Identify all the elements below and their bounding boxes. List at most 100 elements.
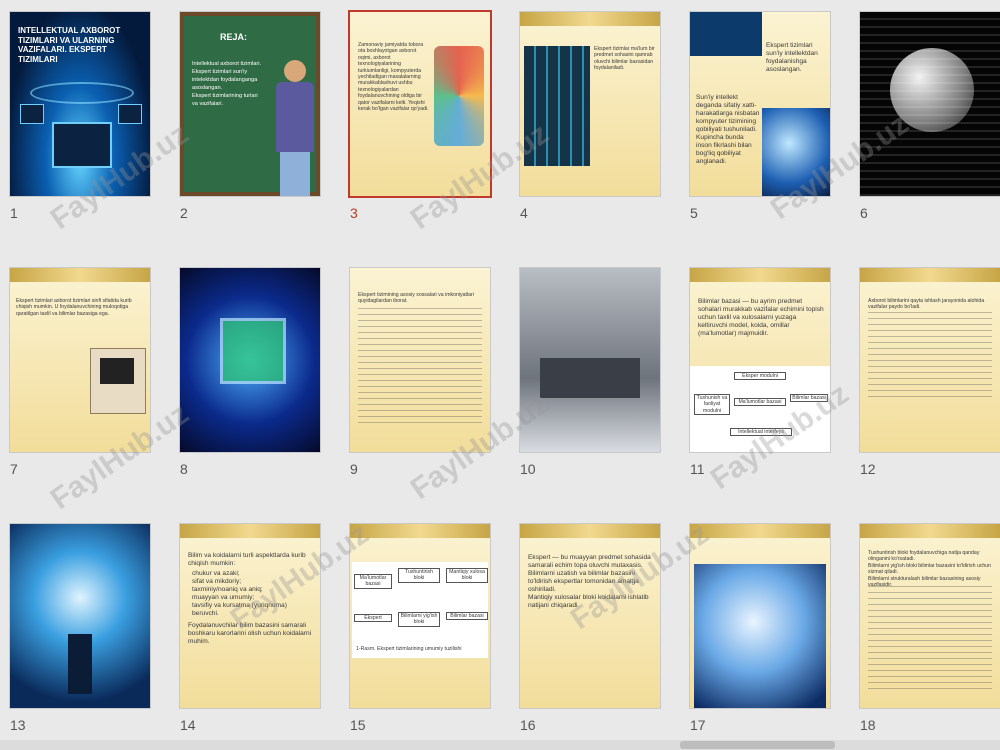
slide-6-preview[interactable] bbox=[860, 12, 1000, 196]
slide-12-paragraph bbox=[868, 312, 992, 402]
computer-screen bbox=[100, 358, 134, 384]
scrollbar-thumb[interactable] bbox=[680, 741, 835, 749]
slide-thumbnail-14[interactable]: Bilim va koidalarni turli aspektlarda ku… bbox=[170, 512, 330, 742]
circuit-image bbox=[690, 12, 762, 56]
slide-16-preview[interactable]: Ekspert — bu muayyan predmet sohasida sa… bbox=[520, 524, 660, 708]
slide-14-text-2: Foydalanuvchilar bilim bazasini samarali… bbox=[188, 622, 312, 645]
diagram-box: Tushuntirish bloki bbox=[398, 568, 440, 583]
slide-number: 11 bbox=[690, 461, 705, 477]
slide-header-band bbox=[860, 268, 1000, 282]
slide-10-preview[interactable] bbox=[520, 268, 660, 452]
list-item: sifat va mikdoriy; bbox=[192, 578, 242, 585]
person-silhouette bbox=[68, 634, 92, 694]
android-face-image bbox=[694, 564, 826, 708]
slide-number: 13 bbox=[10, 717, 26, 733]
slide-thumbnail-13[interactable]: 13 bbox=[0, 512, 160, 742]
slide-7-preview[interactable]: Ekspert tizimlari axborot tizimlari sinf… bbox=[10, 268, 150, 452]
slide-thumbnail-18[interactable]: Tushuntirish bloki foydalanuvchiga natij… bbox=[850, 512, 1000, 742]
slide-4-preview[interactable]: Ekspert tizimlar ma'lum bir predmet soha… bbox=[520, 12, 660, 196]
robot-face-image bbox=[762, 108, 830, 196]
slide-thumbnail-16[interactable]: Ekspert — bu muayyan predmet sohasida sa… bbox=[510, 512, 670, 742]
list-item: Intellektual axborot tizimlari. bbox=[192, 61, 262, 67]
horizontal-scrollbar[interactable] bbox=[0, 740, 1000, 750]
slide-thumbnail-2[interactable]: REJA: Intellektual axborot tizimlari. Ek… bbox=[170, 0, 330, 230]
binary-pattern bbox=[860, 12, 1000, 196]
slide-9-text: Ekspert tizimining asosiy xossalari va i… bbox=[358, 292, 474, 305]
slide-thumbnail-10[interactable]: 10 bbox=[510, 256, 670, 486]
monitor-icon bbox=[118, 104, 142, 124]
slide-14-preview[interactable]: Bilim va koidalarni turli aspektlarda ku… bbox=[180, 524, 320, 708]
diagram-box: Ma'lumotlar bazasi bbox=[354, 574, 392, 589]
slide-3-preview[interactable]: Zamonaviy jamiyatda tobora ota boshlayot… bbox=[350, 12, 490, 196]
slide-16-list: Ekspert — bu muayyan predmet sohasida sa… bbox=[528, 554, 654, 610]
slide-13-preview[interactable] bbox=[10, 524, 150, 708]
slide-number: 6 bbox=[860, 205, 868, 221]
diagram-box: Bilimlar bazasi bbox=[790, 394, 828, 403]
slide-8-preview[interactable] bbox=[180, 268, 320, 452]
slide-sorter-grid: INTELLEKTUAL AXBOROT TIZIMLARI VA ULARNI… bbox=[0, 0, 1000, 750]
control-room-image bbox=[540, 358, 640, 398]
slide-5-text-2: Sun'iy intellekt deganda sifatiy xatti-h… bbox=[696, 94, 760, 165]
slide-thumbnail-6[interactable]: 6 bbox=[850, 0, 1000, 230]
slide-number: 9 bbox=[350, 461, 358, 477]
slide-18-preview[interactable]: Tushuntirish bloki foydalanuvchiga natij… bbox=[860, 524, 1000, 708]
slide-7-text: Ekspert tizimlari axborot tizimlari sinf… bbox=[16, 298, 132, 317]
slide-thumbnail-8[interactable]: 8 bbox=[170, 256, 330, 486]
diagram-box: Eksper modulni bbox=[734, 372, 786, 381]
diagram-box: Ma'lumotlar bazasi bbox=[734, 398, 786, 407]
diagram-box: Bilimlar bazasi bbox=[446, 612, 488, 621]
slide-number: 2 bbox=[180, 205, 188, 221]
slide-11-preview[interactable]: Bilimlar bazasi — bu ayrim predmet sohal… bbox=[690, 268, 830, 452]
slide-12-text: Axborot bilimlarini qayta ishlash jarayo… bbox=[868, 298, 985, 311]
monitor-icon bbox=[20, 104, 44, 124]
slide-number: 3 bbox=[350, 205, 358, 221]
slide-header-band bbox=[520, 524, 660, 538]
diagram-caption: 1-Rasm. Ekspert tizimlarining umumiy tuz… bbox=[356, 646, 462, 652]
infographic-image bbox=[434, 46, 484, 146]
slide-thumbnail-15[interactable]: Ma'lumotlar bazasi Tushuntirish bloki Ma… bbox=[340, 512, 500, 742]
slide-1-preview[interactable]: INTELLEKTUAL AXBOROT TIZIMLARI VA ULARNI… bbox=[10, 12, 150, 196]
slide-number: 16 bbox=[520, 717, 536, 733]
slide-17-preview[interactable] bbox=[690, 524, 830, 708]
slide-number: 12 bbox=[860, 461, 876, 477]
slide-18-list: Tushuntirish bloki foydalanuvchiga natij… bbox=[868, 550, 992, 588]
slide-thumbnail-17[interactable]: 17 bbox=[680, 512, 840, 742]
screens-wall-image bbox=[524, 46, 590, 166]
cpu-chip-image bbox=[220, 318, 286, 384]
slide-15-preview[interactable]: Ma'lumotlar bazasi Tushuntirish bloki Ma… bbox=[350, 524, 490, 708]
slide-2-preview[interactable]: REJA: Intellektual axborot tizimlari. Ek… bbox=[180, 12, 320, 196]
slide-14-text: Bilim va koidalarni turli aspektlarda ku… bbox=[188, 552, 306, 567]
slide-number: 15 bbox=[350, 717, 366, 733]
person-legs bbox=[280, 152, 310, 196]
slide-header-band bbox=[180, 524, 320, 538]
slide-number: 8 bbox=[180, 461, 188, 477]
list-item: Ekspert — bu muayyan predmet sohasida sa… bbox=[528, 554, 651, 569]
list-item: Bilimlarni uzatish va bilimlar bazasini … bbox=[528, 570, 639, 593]
slide-thumbnail-3[interactable]: Zamonaviy jamiyatda tobora ota boshlayot… bbox=[340, 0, 500, 230]
list-item: Tushuntirish bloki foydalanuvchiga natij… bbox=[868, 550, 980, 563]
slide-5-preview[interactable]: Ekspert tizimlari sun'iy intellektdan fo… bbox=[690, 12, 830, 196]
slide-header-band bbox=[860, 524, 1000, 538]
slide-header-band bbox=[690, 268, 830, 282]
slide-number: 7 bbox=[10, 461, 18, 477]
diagram-box: Bilimlarni yig'ish bloki bbox=[398, 612, 440, 627]
slide-thumbnail-9[interactable]: Ekspert tizimining asosiy xossalari va i… bbox=[340, 256, 500, 486]
diagram-box: Intellektual interfeys bbox=[730, 428, 792, 437]
slide-9-bullets bbox=[358, 308, 482, 428]
slide-thumbnail-5[interactable]: Ekspert tizimlari sun'iy intellektdan fo… bbox=[680, 0, 840, 230]
slide-number: 18 bbox=[860, 717, 876, 733]
slide-2-heading: REJA: bbox=[220, 32, 248, 42]
slide-9-preview[interactable]: Ekspert tizimining asosiy xossalari va i… bbox=[350, 268, 490, 452]
slide-thumbnail-1[interactable]: INTELLEKTUAL AXBOROT TIZIMLARI VA ULARNI… bbox=[0, 0, 160, 230]
diagram-box: Ekspert bbox=[354, 614, 392, 623]
slide-thumbnail-7[interactable]: Ekspert tizimlari axborot tizimlari sinf… bbox=[0, 256, 160, 486]
list-item: Ekspert tizimlarining turlari va vazifal… bbox=[192, 93, 258, 107]
slide-2-list: Intellektual axborot tizimlari. Ekspert … bbox=[192, 60, 262, 108]
slide-thumbnail-4[interactable]: Ekspert tizimlar ma'lum bir predmet soha… bbox=[510, 0, 670, 230]
list-item: muayyan va umumiy; bbox=[192, 594, 255, 601]
slide-thumbnail-11[interactable]: Bilimlar bazasi — bu ayrim predmet sohal… bbox=[680, 256, 840, 486]
slide-header-band bbox=[350, 524, 490, 538]
slide-12-preview[interactable]: Axborot bilimlarini qayta ishlash jarayo… bbox=[860, 268, 1000, 452]
diagram-box: Mantiqiy xulosa bloki bbox=[446, 568, 488, 583]
slide-thumbnail-12[interactable]: Axborot bilimlarini qayta ishlash jarayo… bbox=[850, 256, 1000, 486]
